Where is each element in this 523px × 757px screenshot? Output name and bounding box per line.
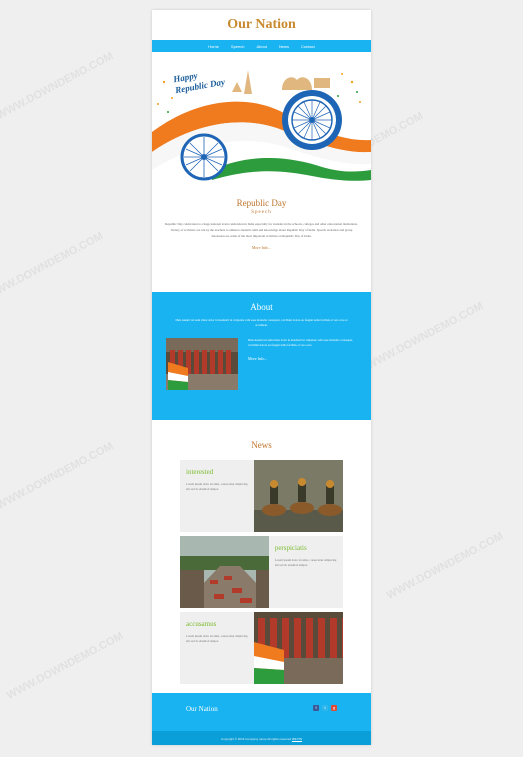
- rajpath-parade-image: [180, 536, 269, 608]
- social-links: f t g: [313, 705, 337, 711]
- about-row: Duis Autem vel eum iriure dolor in hendr…: [166, 338, 357, 390]
- copyright-text: Copyright © 2016 Company name All rights…: [221, 737, 292, 741]
- news-card: interested Lorem ipsum dolor sit amet, c…: [180, 460, 255, 532]
- googleplus-icon[interactable]: g: [331, 705, 337, 711]
- about-text: Duis Autem vel eum iriure dolor in hendr…: [248, 338, 353, 347]
- news-item: perspiciatis Lorem ipsum dolor sit amet,…: [180, 536, 343, 608]
- news-text: Lorem ipsum dolor sit amet, consectetur …: [274, 558, 337, 567]
- news-heading[interactable]: accusamus: [186, 620, 248, 628]
- about-title: About: [250, 302, 273, 312]
- speech-body: Republic Day celebration is a huge natio…: [165, 222, 358, 238]
- news-image: [180, 536, 269, 608]
- footer: Our Nation f t g Copyright © 2016 Compan…: [152, 693, 371, 745]
- speech-subtitle: Speech: [251, 210, 272, 215]
- speech-title: Republic Day: [236, 198, 287, 208]
- news-image: [254, 612, 343, 684]
- news-text: Lorem ipsum dolor sit amet, consectetur …: [186, 482, 248, 491]
- nav-item-contact[interactable]: Contact: [301, 44, 315, 49]
- news-text: Lorem ipsum dolor sit amet, consectetur …: [186, 634, 248, 643]
- parade-photo: [166, 338, 238, 390]
- cavalry-image: [254, 460, 343, 532]
- facebook-icon[interactable]: f: [313, 705, 319, 711]
- footer-brand[interactable]: Our Nation: [186, 705, 218, 713]
- site-title[interactable]: Our Nation: [152, 10, 371, 40]
- parade-image: [166, 338, 238, 390]
- soldiers-flag-image: [254, 612, 343, 684]
- copyright-link[interactable]: W3 ITS: [292, 737, 302, 741]
- about-more-link[interactable]: More Info...: [248, 356, 357, 361]
- watermark-text: WWW.DOWNDEMO.COM: [0, 50, 116, 122]
- speech-more-link[interactable]: More Info...: [152, 245, 371, 250]
- news-card: perspiciatis Lorem ipsum dolor sit amet,…: [268, 536, 343, 608]
- news-item: accusamus Lorem ipsum dolor sit amet, co…: [180, 612, 343, 684]
- news-image: [254, 460, 343, 532]
- nav-item-about[interactable]: About: [256, 44, 266, 49]
- about-section: About Duis Autem vel eum iriure dolor in…: [152, 292, 371, 420]
- nav-item-speech[interactable]: Speech: [231, 44, 245, 49]
- news-heading[interactable]: perspiciatis: [275, 544, 337, 552]
- watermark-text: WWW.DOWNDEMO.COM: [364, 300, 486, 372]
- watermark-text: WWW.DOWNDEMO.COM: [0, 230, 106, 302]
- news-title: News: [251, 440, 272, 450]
- footer-copyright: Copyright © 2016 Company name All rights…: [152, 737, 371, 741]
- watermark-text: WWW.DOWNDEMO.COM: [0, 440, 116, 512]
- nav-item-news[interactable]: News: [279, 44, 289, 49]
- nav-item-home[interactable]: Home: [208, 44, 219, 49]
- news-card: accusamus Lorem ipsum dolor sit amet, co…: [180, 612, 255, 684]
- watermark-text: WWW.DOWNDEMO.COM: [384, 530, 506, 602]
- email-template: Our Nation Home Speech About News Contac…: [152, 10, 371, 745]
- about-text-block: Duis Autem vel eum iriure dolor in hendr…: [248, 338, 357, 390]
- speech-section: Republic Day Speech Republic Day celebra…: [152, 192, 371, 292]
- watermark-text: WWW.DOWNDEMO.COM: [4, 630, 126, 702]
- nav-bar: Home Speech About News Contact: [152, 40, 371, 52]
- news-item: interested Lorem ipsum dolor sit amet, c…: [180, 460, 343, 532]
- news-heading[interactable]: interested: [186, 468, 248, 476]
- about-lead: Duis Autem vel eum iriure dolor in hendr…: [175, 318, 348, 327]
- hero-banner: Happy Republic Day: [152, 52, 371, 192]
- twitter-icon[interactable]: t: [322, 705, 328, 711]
